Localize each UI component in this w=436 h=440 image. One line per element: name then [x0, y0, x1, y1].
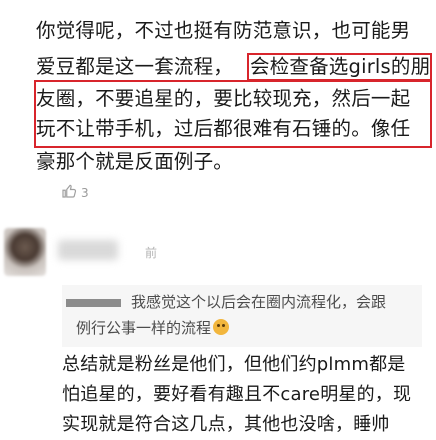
highlight-box-top [247, 53, 432, 81]
highlight-box-main [34, 80, 432, 148]
username-blurred[interactable] [58, 240, 118, 260]
like-count: 3 [81, 185, 89, 200]
quoted-username-blurred [66, 298, 121, 307]
avatar[interactable] [4, 228, 46, 276]
comment-line-2: 爱豆都是这一套流程， [36, 55, 234, 78]
quoted-reply[interactable]: 我感觉这个以后会在圈内流程化，会跟 例行公事一样的流程 [62, 285, 422, 347]
quote-line-1: 我感觉这个以后会在圈内流程化，会跟 [131, 293, 387, 311]
like-button[interactable]: 3 [60, 182, 89, 203]
reply-block: 前 我感觉这个以后会在圈内流程化，会跟 例行公事一样的流程 总结就是粉丝是他们，… [0, 210, 436, 439]
reply-line-1: 总结就是粉丝是他们，但他们约plmm都是 [62, 354, 406, 375]
reply-line-2: 怕追星的，要好看有趣且不care明星的，现 [62, 384, 412, 405]
timestamp: 前 [145, 246, 158, 260]
comment-line-1: 你觉得呢，不过也挺有防范意识，也可能男 [36, 19, 411, 42]
smile-emoji-icon [213, 319, 230, 335]
quote-line-2: 例行公事一样的流程 [76, 319, 212, 337]
thumb-up-icon [60, 182, 78, 203]
comment-line-5: 豪那个就是反面例子。 [36, 150, 234, 173]
reply-line-3: 实现就是符合这几点，其他也没啥，睡帅 [62, 414, 390, 435]
